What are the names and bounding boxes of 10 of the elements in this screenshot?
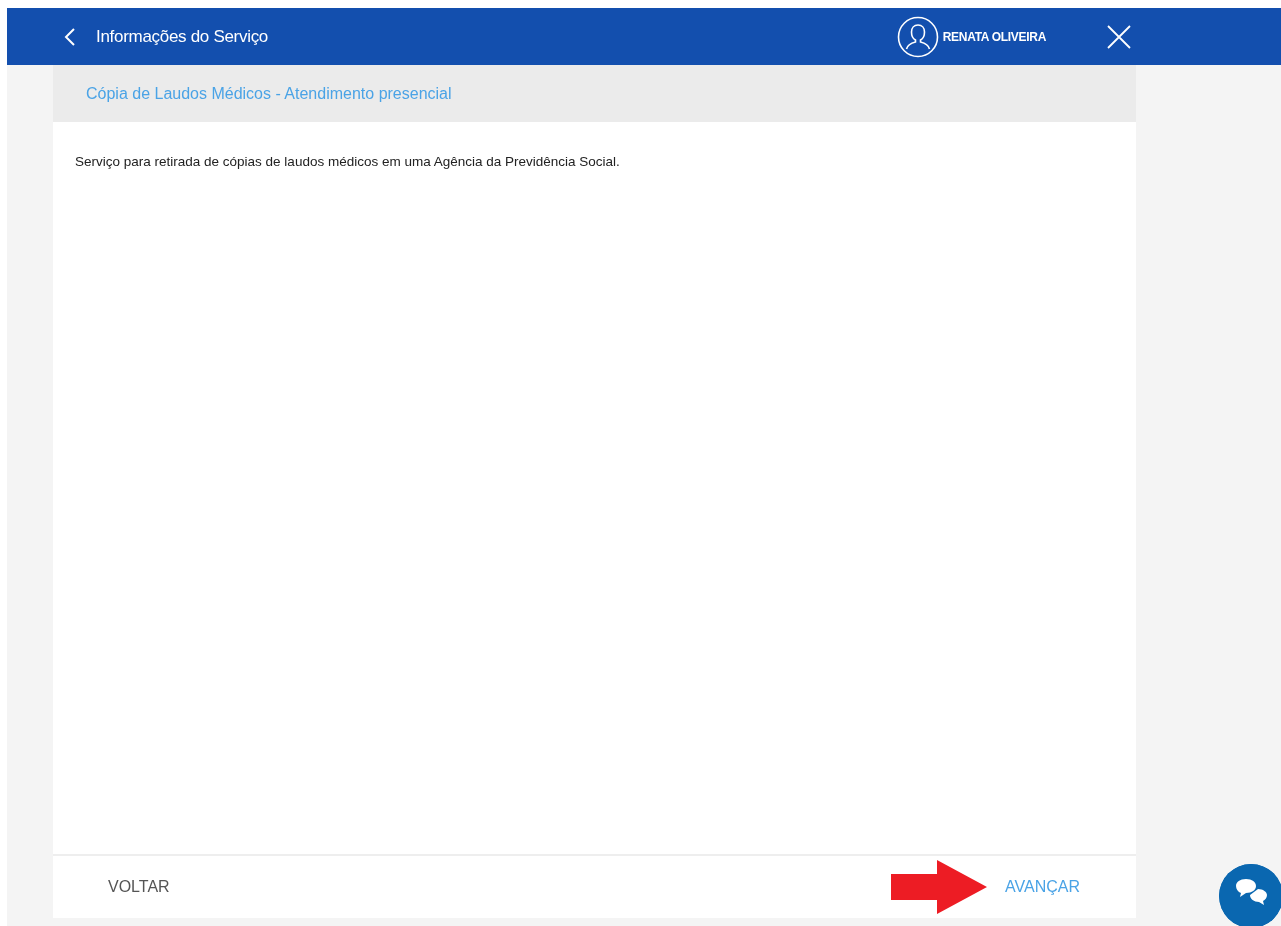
back-icon[interactable]: [64, 26, 76, 47]
back-button[interactable]: VOLTAR: [98, 869, 180, 905]
close-icon[interactable]: [1107, 24, 1131, 49]
chat-icon[interactable]: [1219, 864, 1281, 926]
user-avatar-icon[interactable]: [896, 15, 939, 58]
arrow-icon: [891, 860, 987, 914]
service-title: Cópia de Laudos Médicos - Atendimento presencial: [86, 83, 452, 104]
user-name: RENATA OLIVEIRA: [942, 28, 1046, 46]
page-title: Informações do Serviço: [96, 25, 268, 48]
service-description: Serviço para retirada de cópias de laudos médicos em uma Agência da Previdência Social.: [75, 153, 621, 171]
